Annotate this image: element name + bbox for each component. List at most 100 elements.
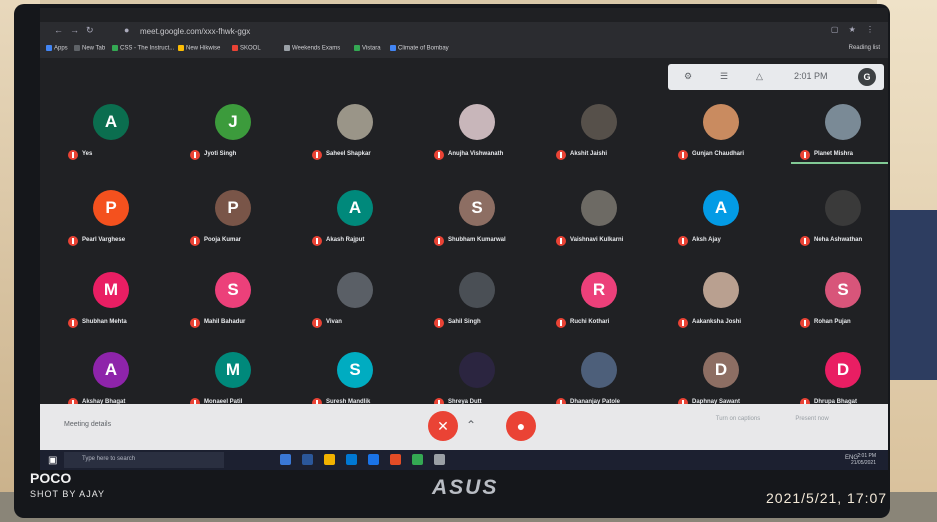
account-avatar[interactable]: G xyxy=(858,68,876,86)
file-explorer-icon[interactable] xyxy=(324,454,335,465)
windows-start-icon[interactable]: ▣ xyxy=(48,455,57,466)
participant-avatar: S xyxy=(215,272,251,308)
participant-tile[interactable]: S Mahil Bahadur xyxy=(176,272,294,347)
captions-button[interactable]: Turn on captions xyxy=(708,416,768,422)
participant-name: Akash Rajput xyxy=(326,237,365,243)
store-icon[interactable] xyxy=(346,454,357,465)
bookmark-item[interactable]: Weekends Exams xyxy=(284,45,340,52)
clock-time: 2:01 PM xyxy=(857,453,876,459)
participant-tile[interactable]: Gunjan Chaudhari xyxy=(664,104,782,179)
mic-muted-icon xyxy=(190,318,200,328)
participant-name: Aakanksha Joshi xyxy=(692,319,742,325)
forward-icon[interactable]: → xyxy=(70,25,79,35)
participant-tile[interactable]: S Shubham Kumarwal xyxy=(420,190,538,265)
participant-name: Saheel Shapkar xyxy=(326,151,371,157)
participant-avatar: S xyxy=(337,352,373,388)
participant-tile[interactable]: A Aksh Ajay xyxy=(664,190,782,265)
bookmark-item[interactable]: Apps xyxy=(46,45,68,52)
meeting-time: 2:01 PM xyxy=(794,71,828,81)
participant-tile[interactable]: Aakanksha Joshi xyxy=(664,272,782,347)
mic-muted-icon xyxy=(68,236,78,246)
bookmark-label: New Hikwise xyxy=(186,45,221,52)
bookmark-item[interactable]: CSS - The Instruct... xyxy=(112,45,174,52)
participant-name: Anujha Vishwanath xyxy=(448,151,504,157)
taskbar-clock[interactable]: 2:01 PM 21/05/2021 xyxy=(851,453,876,467)
participant-tile[interactable]: Sahil Singh xyxy=(420,272,538,347)
participant-tile[interactable]: Akshit Jaishi xyxy=(542,104,660,179)
windows-taskbar: ▣ Type here to search ENG 2:01 PM 21/05/… xyxy=(40,450,888,470)
participant-grid: A Yes J Jyoti Singh Saheel Shapkar Anujha Vis… xyxy=(40,104,888,408)
bookmark-label: Vistara xyxy=(362,45,381,52)
people-icon[interactable]: ⚙ xyxy=(684,71,692,82)
participant-avatar xyxy=(825,104,861,140)
bookmark-item[interactable]: SKOOL xyxy=(232,45,261,52)
task-view-icon[interactable] xyxy=(280,454,291,465)
participant-avatar: D xyxy=(703,352,739,388)
edge-icon[interactable] xyxy=(302,454,313,465)
bookmark-label: New Tab xyxy=(82,45,106,52)
participant-avatar: A xyxy=(337,190,373,226)
participant-tile[interactable]: Vivan xyxy=(298,272,416,347)
mic-muted-icon xyxy=(556,150,566,160)
bookmark-favicon-icon xyxy=(390,45,396,51)
reading-list[interactable]: Reading list xyxy=(849,45,880,51)
participant-name: Sahil Singh xyxy=(448,319,481,325)
camera-watermark-author: SHOT BY AJAY xyxy=(30,489,106,499)
participant-tile[interactable]: P Pooja Kumar xyxy=(176,190,294,265)
bookmark-label: Climate of Bombay xyxy=(398,45,449,52)
participant-name: Gunjan Chaudhari xyxy=(692,151,745,157)
mail-icon[interactable] xyxy=(368,454,379,465)
mic-off-icon[interactable]: ✕ xyxy=(428,411,458,441)
bookmark-item[interactable]: Climate of Bombay xyxy=(390,45,449,52)
participant-tile[interactable]: Saheel Shapkar xyxy=(298,104,416,179)
back-icon[interactable]: ← xyxy=(54,25,63,35)
mic-muted-icon xyxy=(678,150,688,160)
participant-name: Jyoti Singh xyxy=(204,151,237,157)
participant-name: Vaishnavi Kulkarni xyxy=(570,237,624,243)
participant-tile[interactable]: P Pearl Varghese xyxy=(54,190,172,265)
participant-tile[interactable]: Planet Mishra xyxy=(786,104,888,179)
bookmark-label: CSS - The Instruct... xyxy=(120,45,175,52)
url-bar[interactable]: meet.google.com/xxx-fhwk-ggx xyxy=(140,27,250,36)
mic-muted-icon xyxy=(312,150,322,160)
meeting-details-button[interactable]: Meeting details xyxy=(64,421,111,428)
participant-tile[interactable]: J Jyoti Singh xyxy=(176,104,294,179)
participant-tile[interactable]: S Rohan Pujan xyxy=(786,272,888,347)
participant-avatar xyxy=(459,352,495,388)
participant-name: Vivan xyxy=(326,319,342,325)
reload-icon[interactable]: ↻ xyxy=(86,25,94,36)
bookmark-favicon-icon xyxy=(46,45,52,51)
bookmark-item[interactable]: Vistara xyxy=(354,45,381,52)
browser-chrome: ← → ↻ ● meet.google.com/xxx-fhwk-ggx ▢ ★… xyxy=(40,8,888,58)
participant-name: Pooja Kumar xyxy=(204,237,242,243)
chrome-icon[interactable] xyxy=(412,454,423,465)
laptop: ← → ↻ ● meet.google.com/xxx-fhwk-ggx ▢ ★… xyxy=(14,4,890,518)
participant-tile[interactable]: Vaishnavi Kulkarni xyxy=(542,190,660,265)
participant-name: Neha Ashwathan xyxy=(814,237,863,243)
participant-tile[interactable]: A Yes xyxy=(54,104,172,179)
taskbar-search[interactable]: Type here to search xyxy=(64,452,224,468)
bookmark-favicon-icon xyxy=(74,45,80,51)
office-icon[interactable] xyxy=(390,454,401,465)
mic-muted-icon xyxy=(800,236,810,246)
present-now-button[interactable]: Present now xyxy=(782,416,842,422)
participant-avatar xyxy=(459,104,495,140)
chat-icon[interactable]: ☰ xyxy=(720,71,728,82)
videocam-off-icon[interactable]: ● xyxy=(506,411,536,441)
participant-tile[interactable]: R Ruchi Kothari xyxy=(542,272,660,347)
participant-tile[interactable]: Anujha Vishwanath xyxy=(420,104,538,179)
app-icon[interactable] xyxy=(434,454,445,465)
bookmark-item[interactable]: New Hikwise xyxy=(178,45,220,52)
bookmark-favicon-icon xyxy=(354,45,360,51)
bookmark-label: Apps xyxy=(54,45,68,52)
window-controls[interactable]: ▢ ★ ⋮ xyxy=(831,25,878,34)
chevron-up-icon[interactable]: ⌃ xyxy=(466,418,476,432)
photo-timestamp: 2021/5/21, 17:07 xyxy=(766,490,888,506)
bookmark-item[interactable]: New Tab xyxy=(74,45,105,52)
participant-tile[interactable]: A Akash Rajput xyxy=(298,190,416,265)
participant-tile[interactable]: M Shubhan Mehta xyxy=(54,272,172,347)
lock-icon: ● xyxy=(124,25,130,35)
participant-avatar: R xyxy=(581,272,617,308)
activities-icon[interactable]: △ xyxy=(756,71,763,82)
participant-tile[interactable]: Neha Ashwathan xyxy=(786,190,888,265)
